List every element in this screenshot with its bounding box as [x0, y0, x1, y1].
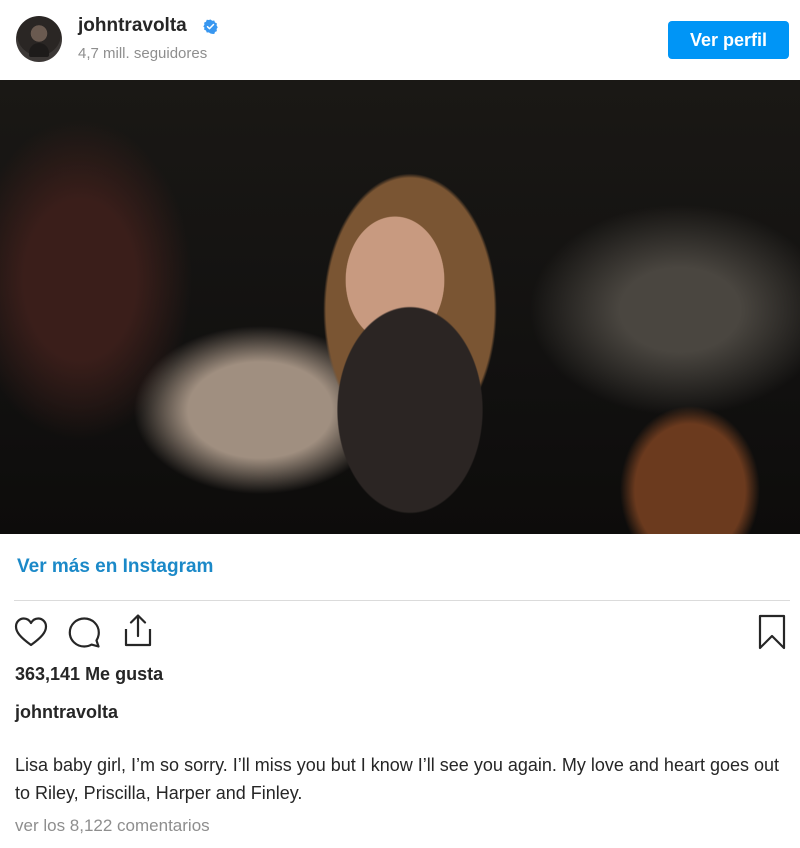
comment-icon[interactable] — [67, 616, 101, 648]
verified-badge-icon — [203, 19, 218, 34]
share-icon[interactable] — [120, 612, 156, 648]
post-header: johntravolta 4,7 mill. seguidores Ver pe… — [0, 0, 800, 80]
avatar[interactable] — [16, 16, 62, 62]
like-count[interactable]: 363,141 Me gusta — [15, 662, 163, 686]
caption-username[interactable]: johntravolta — [15, 700, 118, 724]
username[interactable]: johntravolta — [78, 14, 187, 38]
follower-count: 4,7 mill. seguidores — [78, 45, 208, 62]
bookmark-icon[interactable] — [754, 614, 790, 650]
view-more-on-instagram-link[interactable]: Ver más en Instagram — [17, 555, 213, 579]
divider — [14, 600, 790, 601]
heart-icon[interactable] — [14, 616, 48, 648]
post-caption: Lisa baby girl, I’m so sorry. I’ll miss … — [15, 755, 780, 803]
view-comments-link[interactable]: ver los 8,122 comentarios — [15, 815, 210, 837]
post-photo[interactable] — [0, 80, 800, 534]
view-profile-button[interactable]: Ver perfil — [668, 21, 789, 59]
